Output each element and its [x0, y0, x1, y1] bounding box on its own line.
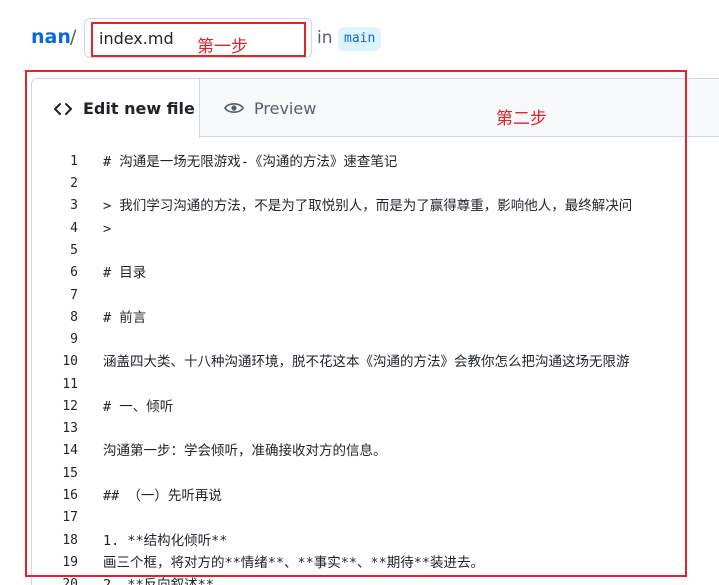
line-number: 13 [62, 421, 78, 436]
code-line: 8 # 前言 [32, 307, 719, 329]
code-editor[interactable]: 1 # 沟通是一场无限游戏-《沟通的方法》速查笔记 2 3 > 我们学习沟通的方法，… [32, 138, 719, 585]
line-number: 8 [70, 310, 78, 325]
line-number: 6 [70, 265, 78, 280]
code-line: 18 1. **结构化倾听** [32, 530, 719, 552]
code-line: 3 > 我们学习沟通的方法，不是为了取悦别人，而是为了赢得尊重，影响他人，最终解决… [32, 195, 719, 217]
code-line: 7 [32, 285, 719, 307]
line-number: 11 [62, 377, 78, 392]
line-number: 1 [70, 154, 78, 169]
annotation-label-step1: 第一步 [197, 37, 248, 57]
line-number: 5 [70, 243, 78, 258]
tab-edit-new-file[interactable]: Edit new file [32, 79, 200, 138]
tab-preview-label: Preview [254, 98, 317, 118]
line-number: 2 [70, 176, 78, 191]
code-line: 11 [32, 374, 719, 396]
line-content: 沟通第一步：学会倾听，准确接收对方的信息。 [103, 443, 387, 459]
path-separator: / [70, 26, 77, 48]
code-line: 13 [32, 418, 719, 440]
code-line: 19 画三个框，将对方的**情绪**、**事实**、**期待**装进去。 [32, 552, 719, 574]
line-content: 1. **结构化倾听** [103, 533, 228, 549]
line-number: 17 [62, 510, 78, 525]
line-number: 7 [70, 288, 78, 303]
branch-badge[interactable]: main [338, 27, 382, 51]
line-content: # 目录 [103, 265, 147, 281]
code-line: 9 [32, 329, 719, 351]
code-line: 20 2. **反向叙述** [32, 574, 719, 585]
line-number: 10 [62, 354, 78, 369]
code-line: 15 [32, 463, 719, 485]
line-number: 4 [70, 221, 78, 236]
line-content: # 前言 [103, 310, 147, 326]
line-number: 18 [62, 533, 78, 548]
code-line: 14 沟通第一步：学会倾听，准确接收对方的信息。 [32, 440, 719, 462]
code-line: 4 > [32, 218, 719, 240]
file-path-bar: nan / in main [0, 0, 719, 78]
code-line: 16 ## （一）先听再说 [32, 485, 719, 507]
code-icon [52, 99, 74, 119]
tab-edit-label: Edit new file [83, 99, 195, 118]
tab-preview[interactable]: Preview [200, 79, 360, 137]
code-line: 1 # 沟通是一场无限游戏-《沟通的方法》速查笔记 [32, 151, 719, 173]
line-content: > 我们学习沟通的方法，不是为了取悦别人，而是为了赢得尊重，影响他人，最终解决问 [103, 198, 633, 214]
editor-tab-bar: Edit new file Preview [32, 79, 719, 138]
line-number: 19 [62, 555, 78, 570]
eye-icon [223, 98, 245, 118]
in-label: in [317, 28, 333, 48]
line-content: 画三个框，将对方的**情绪**、**事实**、**期待**装进去。 [103, 555, 485, 571]
line-content: # 一、倾听 [103, 399, 174, 415]
line-number: 14 [62, 443, 78, 458]
line-content: > [103, 221, 112, 237]
code-line: 6 # 目录 [32, 262, 719, 284]
line-content: # 沟通是一场无限游戏-《沟通的方法》速查笔记 [103, 154, 398, 170]
line-content: ## （一）先听再说 [103, 488, 222, 504]
line-number: 9 [70, 332, 78, 347]
code-line: 12 # 一、倾听 [32, 396, 719, 418]
annotation-label-step2: 第二步 [496, 109, 547, 129]
line-number: 20 [62, 577, 78, 585]
repo-owner-link[interactable]: nan [31, 26, 71, 48]
line-number: 16 [62, 488, 78, 503]
code-line: 17 [32, 507, 719, 529]
editor-panel: Edit new file Preview 1 # 沟通是一场无限游戏-《沟通的方… [31, 78, 719, 585]
line-content: 2. **反向叙述** [103, 577, 214, 585]
line-content: 涵盖四大类、十八种沟通环境，脱不花这本《沟通的方法》会教你怎么把沟通这场无限游 [103, 354, 630, 370]
code-line: 5 [32, 240, 719, 262]
line-number: 15 [62, 466, 78, 481]
code-line: 10 涵盖四大类、十八种沟通环境，脱不花这本《沟通的方法》会教你怎么把沟通这场无限… [32, 351, 719, 373]
line-number: 3 [70, 198, 78, 213]
line-number: 12 [62, 399, 78, 414]
code-line: 2 [32, 173, 719, 195]
